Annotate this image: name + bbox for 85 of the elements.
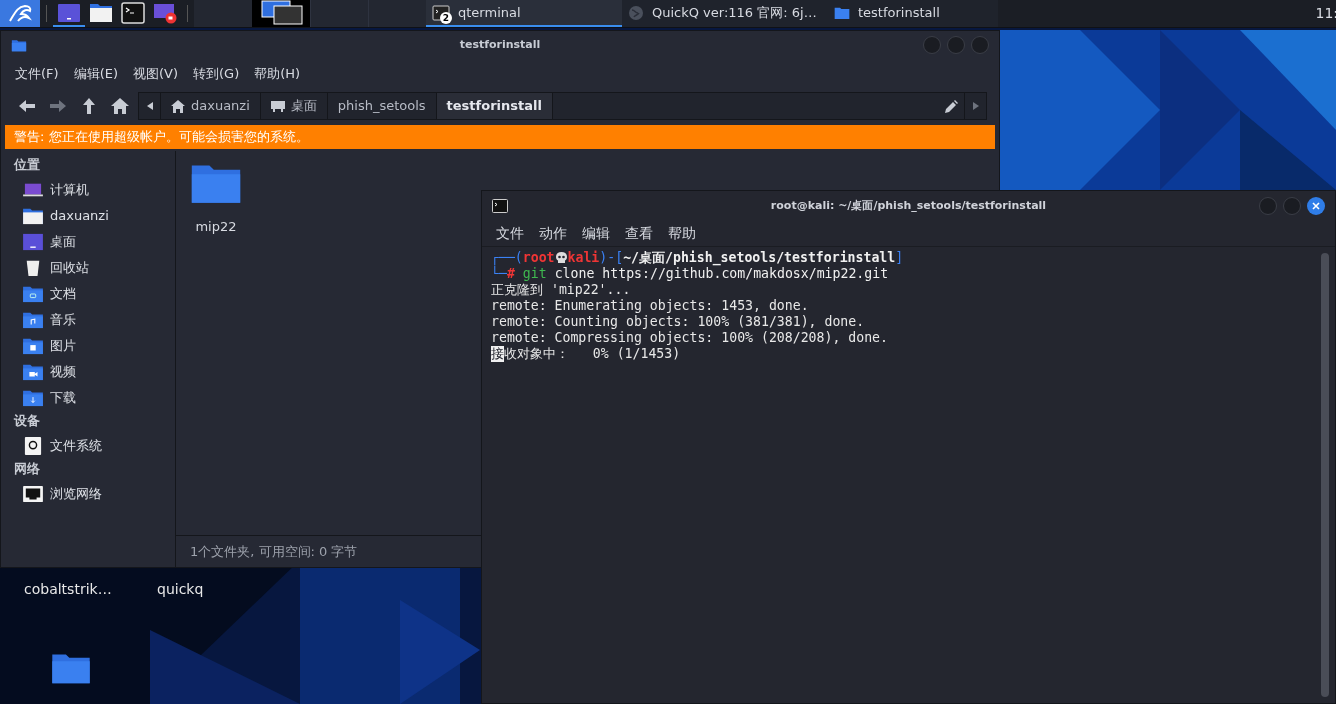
video-folder-icon (22, 363, 44, 381)
close-icon (1312, 202, 1320, 210)
section-heading: 网络 (14, 460, 41, 478)
desktop-icon (57, 1, 81, 24)
prompt-line: └─ (491, 266, 507, 282)
laptop-icon (22, 181, 44, 199)
menu-item[interactable]: 编辑 (582, 223, 610, 244)
count-badge: 2 (440, 12, 452, 24)
output-line: remote: Compressing objects: 100% (208/208), done. (491, 330, 888, 346)
menu-item[interactable]: 文件(F) (15, 64, 59, 84)
folder-icon (22, 207, 44, 225)
home-icon (109, 97, 130, 115)
sidebar-item[interactable]: 回收站 (14, 255, 175, 281)
command-name: git (522, 266, 547, 282)
sidebar-item[interactable]: 图片 (14, 333, 175, 359)
menu-item[interactable]: 动作 (539, 223, 567, 244)
prompt-line: )-[ (599, 250, 624, 266)
folder-icon (22, 285, 44, 303)
menu-item[interactable]: 查看 (625, 223, 653, 244)
folder-icon (49, 651, 93, 685)
menu-item[interactable]: 帮助 (668, 223, 696, 244)
network-icon (22, 485, 44, 503)
output-line: 收对象中： 0% (1/1453) (504, 346, 681, 362)
prompt-user: root (522, 250, 555, 266)
breadcrumb-button[interactable]: daxuanzi (161, 93, 261, 119)
close-button[interactable] (1307, 197, 1325, 215)
folder-icon (11, 38, 27, 52)
caret-icon (146, 102, 153, 110)
desktop-icon (270, 100, 285, 112)
pencil-icon (944, 99, 958, 113)
pictures-folder-icon (22, 337, 44, 355)
sidebar-item[interactable]: 文档 (14, 281, 175, 307)
sidebar-item[interactable]: 下载 (14, 385, 175, 411)
prompt-host: kali (567, 250, 600, 266)
sidebar-item[interactable]: 计算机 (14, 177, 175, 203)
desktop-icon-label: quickq (157, 580, 204, 599)
terminal-icon (492, 199, 508, 213)
command-arguments: clone https://github.com/makdosx/mip22.git (554, 266, 889, 282)
menu-item[interactable]: 编辑(E) (73, 64, 118, 84)
menu-item[interactable]: 转到(G) (193, 64, 240, 84)
prompt-symbol: # (506, 266, 515, 282)
breadcrumb-button[interactable]: phish_setools (327, 93, 437, 119)
window-title: root@kali: ~/桌面/phish_setools/testforinstall (769, 197, 1048, 214)
desktop-icon-label: cobaltstrik… (24, 580, 112, 599)
sidebar-item[interactable]: 音乐 (14, 307, 175, 333)
folder-icon (834, 5, 850, 20)
download-folder-icon (22, 389, 44, 407)
screen-recorder-icon (153, 1, 177, 24)
sidebar-item[interactable]: 桌面 (14, 229, 175, 255)
breadcrumb-button[interactable]: testforinstall (436, 93, 553, 119)
window-title: testforinstall (458, 36, 542, 53)
task-button[interactable]: QuickQ ver:116 官网: 6j… (622, 0, 828, 27)
prompt-line: ] (895, 250, 904, 265)
sidebar-item[interactable]: 浏览网络 (14, 481, 175, 507)
menu-item[interactable]: 帮助(H) (254, 64, 301, 84)
caret-icon (972, 102, 979, 110)
output-line: remote: Counting objects: 100% (381/381), done. (491, 314, 865, 330)
sidebar-item[interactable]: 视频 (14, 359, 175, 385)
prompt-path: ~/桌面/phish_setools/testforinstall (623, 250, 896, 266)
skull-icon (555, 252, 567, 264)
section-heading: 位置 (14, 156, 41, 174)
clock: 11: (1315, 4, 1336, 23)
section-heading: 设备 (14, 412, 41, 430)
music-folder-icon (22, 311, 44, 329)
task-button[interactable]: testforinstall (828, 0, 998, 27)
drive-icon (22, 437, 44, 455)
home-icon (171, 99, 185, 113)
text-cursor: 接 (491, 346, 504, 362)
terminal-icon (432, 4, 450, 21)
menu-item[interactable]: 文件 (496, 223, 524, 244)
sidebar-item[interactable]: 文件系统 (14, 433, 175, 459)
prompt-line: ┌──( (491, 250, 523, 266)
sidebar-item[interactable]: daxuanzi (14, 203, 175, 229)
task-button[interactable]: 2 qterminal (426, 0, 622, 27)
warning-bar: 警告: 您正在使用超级帐户。可能会损害您的系统。 (5, 125, 995, 149)
file-item[interactable]: mip22 (186, 161, 246, 241)
workspace-pager[interactable] (194, 0, 426, 27)
output-line: remote: Enumerating objects: 1453, done. (491, 298, 809, 314)
menu-item[interactable]: 视图(V) (133, 64, 179, 84)
app-menu-button[interactable] (0, 0, 40, 27)
breadcrumb-button[interactable]: 桌面 (260, 93, 328, 119)
output-line: 正克隆到 'mip22'... (491, 282, 631, 298)
folder-icon (89, 1, 113, 24)
desktop-icon (22, 233, 44, 251)
right-arrow-icon (47, 97, 68, 115)
